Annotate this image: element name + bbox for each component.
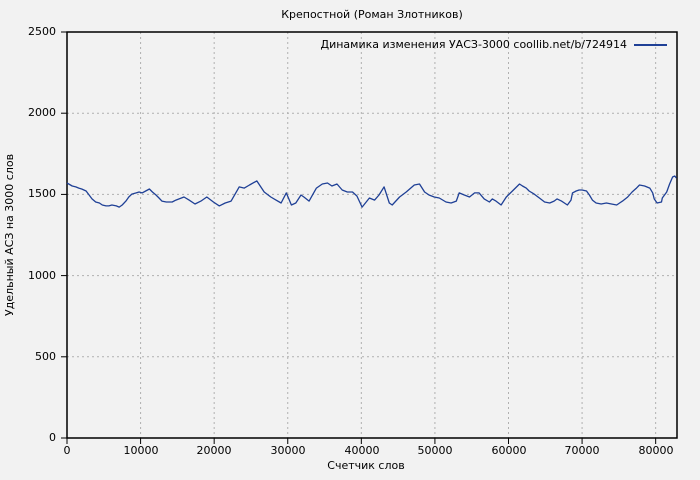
x-tick-label: 40000 bbox=[344, 444, 380, 457]
chart-title: Крепостной (Роман Злотников) bbox=[281, 8, 463, 21]
legend: Динамика изменения УАСЗ-3000 coollib.net… bbox=[320, 38, 667, 52]
plot-area bbox=[61, 31, 678, 444]
x-tick-label: 60000 bbox=[491, 444, 527, 457]
x-axis-label: Счетчик слов bbox=[327, 459, 405, 472]
x-tick-label: 10000 bbox=[123, 444, 159, 457]
x-tick-label: 20000 bbox=[196, 444, 232, 457]
legend-line-sample bbox=[634, 44, 667, 46]
uasz-chart: Крепостной (Роман Злотников) Динамика из… bbox=[0, 0, 700, 480]
x-tick-label: 80000 bbox=[638, 444, 674, 457]
x-tick-label: 0 bbox=[63, 444, 71, 457]
x-tick-label: 70000 bbox=[564, 444, 600, 457]
y-axis-label: Удельный АСЗ на 3000 слов bbox=[3, 153, 16, 317]
x-tick-label: 50000 bbox=[417, 444, 453, 457]
legend-label: Динамика изменения УАСЗ-3000 coollib.net… bbox=[320, 38, 628, 51]
x-tick-label: 30000 bbox=[270, 444, 306, 457]
